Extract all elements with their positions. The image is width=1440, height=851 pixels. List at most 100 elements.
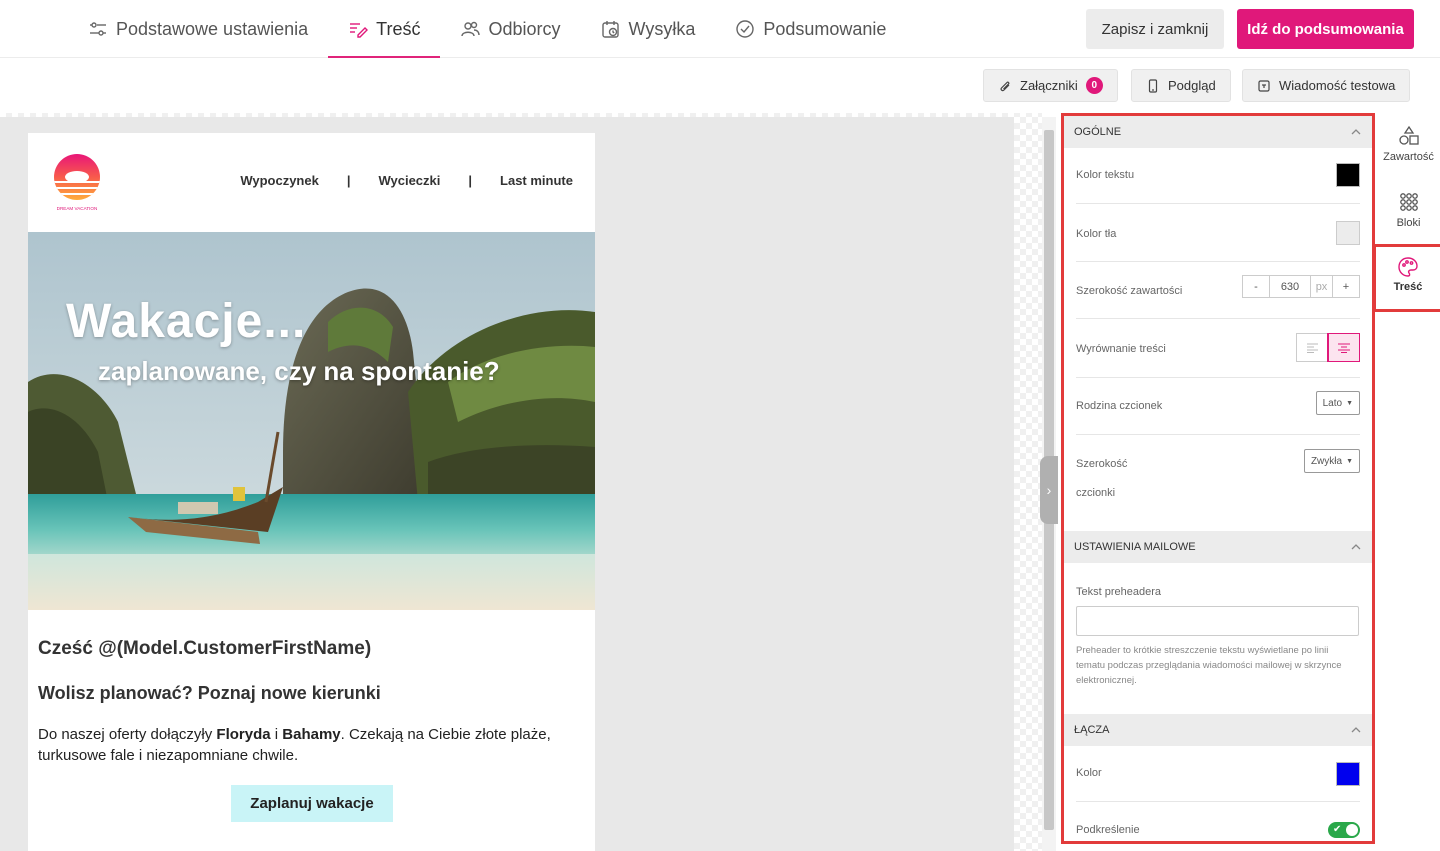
top-navigation: Podstawowe ustawienia Treść Odbiorcy Wys…	[0, 0, 1440, 58]
attachments-button[interactable]: Załączniki 0	[983, 69, 1118, 102]
go-to-summary-button[interactable]: Idź do podsumowania	[1237, 9, 1414, 49]
menu-separator: |	[346, 173, 351, 188]
bg-color-label: Kolor tła	[1076, 228, 1117, 240]
chevron-up-icon	[1351, 727, 1361, 733]
font-weight-label: Szerokość	[1076, 458, 1128, 470]
menu-link-wypoczynek[interactable]: Wypoczynek	[240, 173, 319, 188]
content-width-row: Szerokość zawartości - 630 px +	[1076, 262, 1360, 319]
rail-item-blocks[interactable]: Bloki	[1377, 191, 1440, 229]
shapes-icon	[1398, 125, 1419, 145]
section-links-header[interactable]: ŁĄCZA	[1064, 714, 1372, 746]
text-color-label: Kolor tekstu	[1076, 169, 1135, 181]
test-message-label: Wiadomość testowa	[1279, 78, 1396, 93]
align-center-button[interactable]	[1327, 333, 1360, 362]
width-value-input[interactable]: 630	[1269, 276, 1311, 297]
section-title: ŁĄCZA	[1074, 724, 1110, 736]
para-bold-florida: Floryda	[216, 726, 271, 743]
style-settings-panel: OGÓLNE Kolor tekstu Kolor tła Szerokość …	[1061, 113, 1375, 844]
underline-toggle[interactable]: ✔	[1328, 822, 1360, 838]
test-message-icon	[1258, 79, 1270, 92]
font-family-select[interactable]: Lato ▼	[1315, 391, 1360, 415]
chevron-up-icon	[1351, 129, 1361, 135]
rail-item-style-active[interactable]: Treść	[1373, 244, 1440, 312]
palette-icon	[1398, 257, 1418, 277]
dream-vacation-logo: DREAM VACATION	[54, 154, 100, 211]
test-message-button[interactable]: Wiadomość testowa	[1242, 69, 1411, 102]
section-general-header[interactable]: OGÓLNE	[1064, 116, 1372, 148]
align-left-button[interactable]	[1297, 334, 1328, 361]
phone-icon	[1148, 78, 1158, 93]
bg-color-swatch[interactable]	[1336, 221, 1360, 245]
rail-item-contents[interactable]: Zawartość	[1377, 125, 1440, 163]
preview-button[interactable]: Podgląd	[1131, 69, 1231, 102]
menu-link-last-minute[interactable]: Last minute	[500, 173, 573, 188]
link-underline-label: Podkreślenie	[1076, 824, 1140, 836]
tab-content[interactable]: Treść	[328, 0, 441, 58]
content-width-label: Szerokość zawartości	[1076, 285, 1183, 297]
beach-photo	[28, 232, 595, 610]
chevron-up-icon	[1351, 544, 1361, 550]
save-and-close-button[interactable]: Zapisz i zamknij	[1086, 9, 1224, 49]
check-circle-icon	[736, 20, 755, 38]
font-family-value: Lato	[1322, 397, 1343, 409]
rail-label: Treść	[1393, 281, 1423, 293]
font-weight-select[interactable]: Zwykła ▼	[1303, 449, 1360, 473]
link-color-label: Kolor	[1076, 767, 1102, 779]
hero-image[interactable]: Wakacje... zaplanowane, czy na spontanie…	[28, 232, 595, 610]
rail-label: Bloki	[1396, 217, 1421, 229]
align-left-icon	[1306, 343, 1318, 353]
menu-link-wycieczki[interactable]: Wycieczki	[378, 173, 440, 188]
align-center-icon	[1338, 343, 1350, 353]
chevron-right-icon: ›	[1046, 482, 1052, 498]
plan-vacation-button[interactable]: Zaplanuj wakacje	[231, 785, 393, 822]
link-color-row: Kolor	[1076, 746, 1360, 802]
body-paragraph[interactable]: Do naszej oferty dołączyły Floryda i Bah…	[38, 724, 578, 766]
attachments-label: Załączniki	[1020, 78, 1078, 93]
tab-recipients[interactable]: Odbiorcy	[440, 0, 580, 58]
panel-collapse-handle[interactable]: ›	[1040, 456, 1058, 524]
paperclip-icon	[1000, 81, 1010, 91]
text-color-swatch[interactable]	[1336, 163, 1360, 187]
tab-basic-settings[interactable]: Podstawowe ustawienia	[68, 0, 328, 58]
greeting-text[interactable]: Cześć @(Model.CustomerFirstName)	[38, 638, 371, 660]
width-increment-button[interactable]: +	[1333, 276, 1359, 297]
caret-down-icon: ▼	[1346, 399, 1353, 407]
grid-icon	[1399, 193, 1418, 211]
side-rail: Zawartość Bloki	[1377, 113, 1440, 851]
preheader-row: Tekst preheadera Preheader to krótkie st…	[1076, 563, 1360, 714]
section-mail-header[interactable]: USTAWIENIA MAILOWE	[1064, 531, 1372, 563]
tab-label: Podsumowanie	[763, 18, 887, 39]
tab-label: Wysyłka	[628, 18, 696, 39]
preheader-hint: Preheader to krótkie streszczenie tekstu…	[1076, 645, 1342, 686]
email-header[interactable]: DREAM VACATION Wypoczynek | Wycieczki | …	[28, 133, 595, 232]
font-weight-label-continued: czcionki	[1076, 487, 1116, 499]
para-text: i	[270, 726, 283, 743]
font-weight-value: Zwykła	[1310, 455, 1343, 467]
tab-sending[interactable]: Wysyłka	[581, 0, 716, 58]
sliders-icon	[90, 22, 106, 36]
section-heading[interactable]: Wolisz planować? Poznaj nowe kierunki	[38, 683, 381, 704]
content-width-stepper: - 630 px +	[1242, 275, 1360, 298]
email-menu: Wypoczynek | Wycieczki | Last minute	[240, 173, 573, 188]
font-family-label: Rodzina czcionek	[1076, 400, 1163, 412]
step-tabs: Podstawowe ustawienia Treść Odbiorcy Wys…	[68, 0, 906, 58]
users-icon	[461, 21, 481, 37]
menu-separator: |	[468, 173, 473, 188]
link-color-swatch[interactable]	[1336, 762, 1360, 786]
content-align-label: Wyrównanie treści	[1076, 343, 1166, 355]
tab-summary[interactable]: Podsumowanie	[715, 0, 906, 58]
content-align-row: Wyrównanie treści	[1076, 319, 1360, 378]
width-unit: px	[1311, 276, 1333, 297]
content-edit-icon	[350, 23, 369, 38]
width-decrement-button[interactable]: -	[1243, 276, 1269, 297]
email-preview[interactable]: DREAM VACATION Wypoczynek | Wycieczki | …	[28, 133, 595, 851]
tab-label: Odbiorcy	[488, 18, 561, 39]
text-color-row: Kolor tekstu	[1076, 148, 1360, 204]
tab-label: Podstawowe ustawienia	[116, 18, 309, 39]
preheader-label: Tekst preheadera	[1076, 586, 1161, 598]
hero-subtitle: zaplanowane, czy na spontanie?	[98, 356, 500, 386]
preheader-input[interactable]	[1076, 606, 1359, 636]
hero-title: Wakacje...	[66, 295, 307, 348]
para-bold-bahamas: Bahamy	[282, 726, 341, 743]
caret-down-icon: ▼	[1346, 457, 1353, 465]
